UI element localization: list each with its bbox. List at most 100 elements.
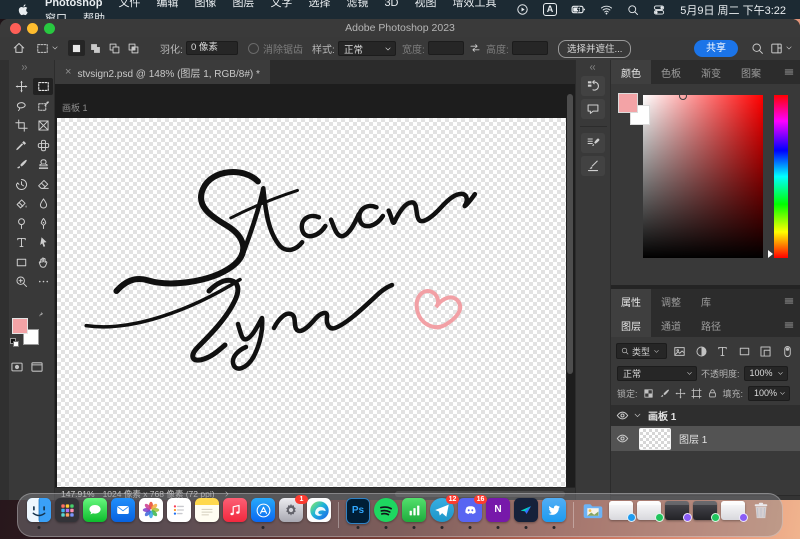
tool-crop[interactable] — [11, 117, 31, 134]
brush-settings-panel-button[interactable] — [581, 133, 605, 153]
dock-item-reminders[interactable] — [167, 498, 191, 528]
dock-item-app-store[interactable] — [251, 498, 275, 528]
tab-paths[interactable]: 路径 — [691, 313, 731, 337]
tool-blur[interactable] — [33, 195, 53, 212]
feather-input[interactable]: 0 像素 — [186, 41, 238, 55]
color-panel-foreground[interactable] — [618, 93, 638, 113]
panel-menu-icon[interactable] — [783, 289, 800, 313]
selection-mode-add[interactable] — [87, 40, 104, 56]
dock-item-spotify[interactable] — [374, 498, 398, 528]
hue-slider[interactable] — [774, 95, 788, 258]
dock-item-edge[interactable] — [307, 498, 331, 528]
foreground-color-swatch[interactable] — [12, 318, 28, 334]
tool-gradient[interactable] — [11, 195, 31, 212]
dock-item-minimized-window-3[interactable] — [665, 498, 689, 528]
vertical-scrollbar[interactable] — [567, 94, 573, 374]
tab-layers[interactable]: 图层 — [611, 313, 651, 337]
menu-item-0[interactable]: Photoshop — [37, 0, 110, 9]
style-dropdown[interactable]: 正常 — [338, 41, 396, 56]
comments-panel-button[interactable] — [581, 99, 605, 119]
swap-colors-icon[interactable] — [38, 312, 48, 322]
default-colors-icon[interactable] — [10, 338, 17, 345]
filter-type-layers-icon[interactable] — [714, 345, 732, 358]
tool-healing-brush[interactable] — [33, 137, 53, 154]
eye-icon[interactable] — [611, 409, 633, 422]
dock-item-lark[interactable] — [514, 498, 538, 528]
tab-patterns[interactable]: 图案 — [731, 60, 771, 84]
spotlight-search-icon[interactable] — [620, 4, 646, 16]
selection-mode-new[interactable] — [68, 40, 85, 56]
menu-item-5[interactable]: 文字 — [262, 0, 300, 9]
search-button[interactable] — [751, 37, 764, 59]
tool-path-selection[interactable] — [33, 234, 53, 251]
menu-item-7[interactable]: 滤镜 — [338, 0, 376, 9]
tab-color[interactable]: 颜色 — [611, 60, 651, 84]
select-and-mask-button[interactable]: 选择并遮住... — [558, 40, 631, 58]
panel-menu-icon[interactable] — [783, 313, 800, 337]
control-center-icon[interactable] — [646, 4, 672, 16]
tab-channels[interactable]: 通道 — [651, 313, 691, 337]
filter-image-layers-icon[interactable] — [671, 345, 689, 358]
height-input[interactable] — [512, 41, 548, 55]
tool-preset-button[interactable] — [36, 37, 59, 59]
brushes-panel-button[interactable] — [581, 156, 605, 176]
dock-item-music[interactable] — [223, 498, 247, 528]
tool-clone-stamp[interactable] — [33, 156, 53, 173]
tool-type[interactable] — [11, 234, 31, 251]
lock-pixels-icon[interactable] — [659, 388, 670, 399]
dock-item-minimized-window-1[interactable] — [609, 498, 633, 528]
dock-item-minimized-window-5[interactable] — [721, 498, 745, 528]
opacity-dropdown[interactable]: 100% — [744, 366, 788, 381]
lock-position-icon[interactable] — [675, 388, 686, 399]
layer-thumbnail[interactable] — [639, 428, 671, 450]
layer-filter-toggle[interactable] — [778, 345, 796, 358]
dock-item-photos[interactable] — [139, 498, 163, 528]
tool-pen[interactable] — [33, 215, 53, 232]
lock-all-icon[interactable] — [707, 388, 718, 399]
dock-item-minimized-window-4[interactable] — [693, 498, 717, 528]
filter-adjustment-layers-icon[interactable] — [692, 345, 710, 358]
apple-icon[interactable] — [10, 3, 37, 16]
lock-artboard-icon[interactable] — [691, 388, 702, 399]
dock-item-stocks[interactable] — [402, 498, 426, 528]
canvas-viewport[interactable]: 画板 1 — [55, 84, 575, 487]
document-tab[interactable]: × stvsign2.psd @ 148% (图层 1, RGB/8#) * — [55, 60, 270, 84]
dock-item-discord[interactable]: 16 — [458, 498, 482, 528]
menu-item-8[interactable]: 3D — [376, 0, 406, 9]
fill-dropdown[interactable]: 100% — [748, 386, 790, 401]
dock-item-finder[interactable] — [27, 498, 51, 528]
swap-dimensions-button[interactable] — [469, 37, 481, 59]
artboard-layer-row[interactable]: 画板 1 — [611, 405, 800, 426]
tab-properties[interactable]: 属性 — [611, 289, 651, 313]
dock-item-photoshop[interactable]: Ps — [346, 498, 370, 528]
workspace-switcher[interactable] — [770, 37, 793, 59]
tab-libraries[interactable]: 库 — [691, 289, 721, 313]
chevron-down-icon[interactable] — [633, 411, 642, 420]
expand-panels-button[interactable] — [588, 63, 597, 72]
tool-marquee[interactable] — [33, 78, 53, 95]
color-picker-marker[interactable] — [679, 92, 687, 100]
share-button[interactable]: 共享 — [694, 40, 738, 57]
quick-mask-button[interactable] — [10, 360, 24, 374]
artboard-canvas[interactable] — [57, 118, 566, 487]
selection-mode-intersect[interactable] — [125, 40, 142, 56]
tool-shape[interactable] — [11, 254, 31, 271]
screen-mode-button[interactable] — [30, 360, 44, 374]
tool-more[interactable] — [33, 273, 53, 290]
menu-item-10[interactable]: 增效工具 — [445, 0, 505, 9]
layer-filter-type[interactable]: 类型 — [616, 343, 667, 359]
tool-zoom[interactable] — [11, 273, 31, 290]
tool-frame[interactable] — [33, 117, 53, 134]
menu-item-2[interactable]: 编辑 — [148, 0, 186, 9]
menu-item-1[interactable]: 文件 — [110, 0, 148, 9]
tool-history-brush[interactable] — [11, 176, 31, 193]
saturation-brightness-picker[interactable] — [643, 95, 763, 258]
layer-row[interactable]: 图层 1 — [611, 426, 800, 451]
tool-object-selection[interactable] — [33, 98, 53, 115]
dock-item-system-settings[interactable]: 1 — [279, 498, 303, 528]
dock-item-messages[interactable] — [83, 498, 107, 528]
filter-smart-object-icon[interactable] — [757, 345, 775, 358]
dock-item-telegram[interactable]: 12 — [430, 498, 454, 528]
artboard-label[interactable]: 画板 1 — [62, 101, 88, 114]
dock-item-mail[interactable] — [111, 498, 135, 528]
